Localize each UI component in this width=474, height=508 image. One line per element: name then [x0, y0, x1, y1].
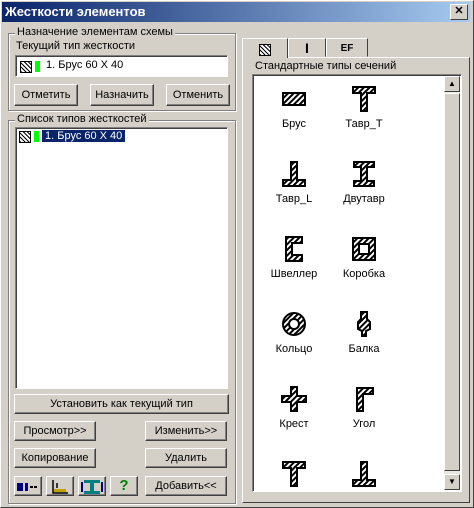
beam-section-icon: [357, 311, 371, 337]
list-item-label: 1. Брус 60 X 40: [40, 129, 127, 143]
tab-i-beam[interactable]: I: [288, 38, 326, 57]
section-item-label: Кольцо: [275, 343, 313, 355]
channel-section-icon: [285, 236, 303, 262]
mark-button[interactable]: Отметить: [14, 84, 78, 106]
close-icon[interactable]: ✕: [450, 4, 468, 20]
section-item-inverted-tee[interactable]: Тавр_L: [254, 159, 334, 205]
stiffness-list-icon[interactable]: [14, 476, 42, 496]
cancel-button[interactable]: Отменить: [166, 84, 230, 106]
sections-scrollbar[interactable]: ▲ ▼: [444, 76, 460, 490]
hatch-swatch-icon: [19, 131, 31, 143]
types-group-label: Список типов жесткостей: [15, 113, 149, 125]
section-item-label: Двутавр: [343, 193, 385, 205]
section-item-label: Крест: [279, 418, 309, 430]
inverted-tee-section-icon: [352, 461, 376, 487]
axis-icon[interactable]: [46, 476, 74, 496]
box-section-icon: [352, 237, 376, 261]
add-button[interactable]: Добавить<<: [145, 476, 227, 496]
tee-section-icon: [282, 461, 306, 487]
section-item-cross[interactable]: Крест: [254, 384, 334, 430]
tee-section-icon: [352, 86, 376, 112]
sections-grid[interactable]: Брус Тавр_Т Тавр_L Двутавр Швеллер Короб…: [254, 76, 444, 490]
section-item-angle[interactable]: Угол: [324, 384, 404, 430]
help-icon[interactable]: ?: [110, 476, 138, 496]
color-marker: [35, 61, 40, 72]
i-beam-icon: I: [305, 40, 309, 56]
ring-section-icon: [282, 312, 306, 336]
cross-section-icon: [281, 386, 307, 412]
section-item-label: Балка: [348, 343, 380, 355]
color-marker: [34, 131, 39, 142]
section-item-channel[interactable]: Швеллер: [254, 234, 334, 280]
assign-group-label: Назначение элементам схемы: [15, 26, 175, 38]
section-item-beam[interactable]: Балка: [324, 309, 404, 355]
section-item-tee[interactable]: Тавр_Т: [324, 84, 404, 130]
hatch-swatch-icon: [20, 61, 32, 73]
copy-button[interactable]: Копирование: [14, 448, 96, 468]
scroll-down-icon[interactable]: ▼: [444, 474, 460, 490]
section-item-label: Тавр_Т: [345, 118, 383, 130]
section-item-box[interactable]: Коробка: [324, 234, 404, 280]
sections-panel-label: Стандартные типы сечений: [255, 60, 397, 72]
section-item-i-beam[interactable]: Двутавр: [324, 159, 404, 205]
section-item-label: Коробка: [342, 268, 386, 280]
hatched-section-icon: [259, 43, 271, 56]
section-item-ring[interactable]: Кольцо: [254, 309, 334, 355]
current-type-label: Текущий тип жесткости: [16, 40, 135, 52]
bar-section-icon: [282, 92, 306, 106]
tab-ef[interactable]: EF: [326, 38, 368, 57]
angle-section-icon: [356, 387, 374, 412]
scroll-thumb[interactable]: [444, 93, 460, 471]
tab-hatched-section[interactable]: [242, 38, 288, 58]
current-type-value: 1. Брус 60 X 40: [46, 59, 124, 71]
title-bar: Жесткости элементов ✕: [2, 2, 470, 22]
current-type-field[interactable]: 1. Брус 60 X 40: [15, 55, 228, 77]
window-title: Жесткости элементов: [5, 4, 146, 19]
i-section-icon: [353, 161, 375, 187]
section-item-bar[interactable]: Брус: [254, 84, 334, 130]
inverted-tee-section-icon: [282, 161, 306, 187]
section-item-label: Тавр_L: [275, 193, 313, 205]
ef-icon: EF: [340, 43, 354, 54]
section-icon[interactable]: [78, 476, 106, 496]
types-list[interactable]: 1. Брус 60 X 40: [15, 127, 228, 389]
section-item-inverted-tee-2[interactable]: [324, 459, 404, 489]
delete-button[interactable]: Удалить: [145, 448, 227, 468]
view-button[interactable]: Просмотр>>: [14, 421, 96, 441]
section-item-label: Брус: [281, 118, 307, 130]
assign-button[interactable]: Назначить: [90, 84, 154, 106]
section-item-tee-2[interactable]: [254, 459, 334, 489]
section-item-label: Угол: [352, 418, 376, 430]
scroll-up-icon[interactable]: ▲: [444, 76, 460, 92]
edit-button[interactable]: Изменить>>: [145, 421, 227, 441]
set-current-type-button[interactable]: Установить как текущий тип: [14, 394, 229, 414]
section-item-label: Швеллер: [270, 268, 318, 280]
